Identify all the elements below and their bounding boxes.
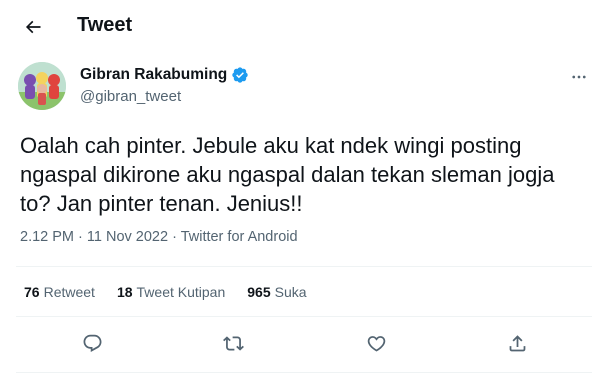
stat-count: 965 xyxy=(247,284,271,300)
stat-label: Suka xyxy=(274,284,307,300)
tweet-stats: 76 Retweet 18 Tweet Kutipan 965 Suka xyxy=(24,284,307,300)
stat-count: 18 xyxy=(116,284,133,300)
tweet-time[interactable]: 2.12 PM xyxy=(20,229,74,245)
tweet-date[interactable]: 11 Nov 2022 xyxy=(87,229,168,245)
author-names: Gibran Rakabuming @gibran_tweet xyxy=(80,66,249,105)
retweet-button[interactable] xyxy=(216,326,250,360)
tweet-text-line: to? Jan pinter tenan. Jenius!! xyxy=(20,191,303,216)
share-button[interactable] xyxy=(500,326,534,360)
back-button[interactable] xyxy=(16,10,50,44)
retweet-stat[interactable]: 76 Retweet xyxy=(24,284,95,300)
tweet-author: Gibran Rakabuming @gibran_tweet xyxy=(16,60,592,116)
like-icon xyxy=(367,335,385,352)
tweet-meta: 2.12 PM · 11 Nov 2022 · Twitter for Andr… xyxy=(20,229,298,245)
tweet-actions xyxy=(16,326,592,360)
more-options-button[interactable] xyxy=(568,66,590,88)
page-title: Tweet xyxy=(77,14,133,36)
meta-separator: · xyxy=(172,229,181,245)
stat-label: Retweet xyxy=(43,284,95,300)
avatar[interactable] xyxy=(18,62,66,110)
reply-button[interactable] xyxy=(75,326,109,360)
tweet-text-line: Oalah cah pinter. Jebule aku kat ndek wi… xyxy=(20,133,522,158)
tweet-text: Oalah cah pinter. Jebule aku kat ndek wi… xyxy=(20,131,595,218)
retweet-icon xyxy=(222,335,244,351)
meta-separator: · xyxy=(78,229,87,245)
stat-label: Tweet Kutipan xyxy=(136,284,226,300)
tweet-source[interactable]: Twitter for Android xyxy=(181,229,298,245)
reply-icon xyxy=(83,334,101,352)
user-handle[interactable]: @gibran_tweet xyxy=(80,88,249,105)
more-dots-icon xyxy=(572,75,586,79)
divider xyxy=(16,372,592,373)
header: Tweet xyxy=(0,0,608,53)
like-stat[interactable]: 965 Suka xyxy=(247,284,306,300)
divider xyxy=(16,316,592,317)
arrow-left-icon xyxy=(25,20,41,34)
display-name-row: Gibran Rakabuming xyxy=(80,66,249,84)
divider xyxy=(16,266,592,267)
quote-tweet-stat[interactable]: 18 Tweet Kutipan xyxy=(117,284,225,300)
like-button[interactable] xyxy=(359,326,393,360)
share-icon xyxy=(509,334,525,351)
display-name[interactable]: Gibran Rakabuming xyxy=(80,66,227,84)
avatar-image xyxy=(18,62,66,110)
verified-badge-icon xyxy=(232,67,248,83)
tweet-text-line: ngaspal dikirone aku ngaspal dalan tekan… xyxy=(20,162,555,187)
stat-count: 76 xyxy=(24,284,40,300)
